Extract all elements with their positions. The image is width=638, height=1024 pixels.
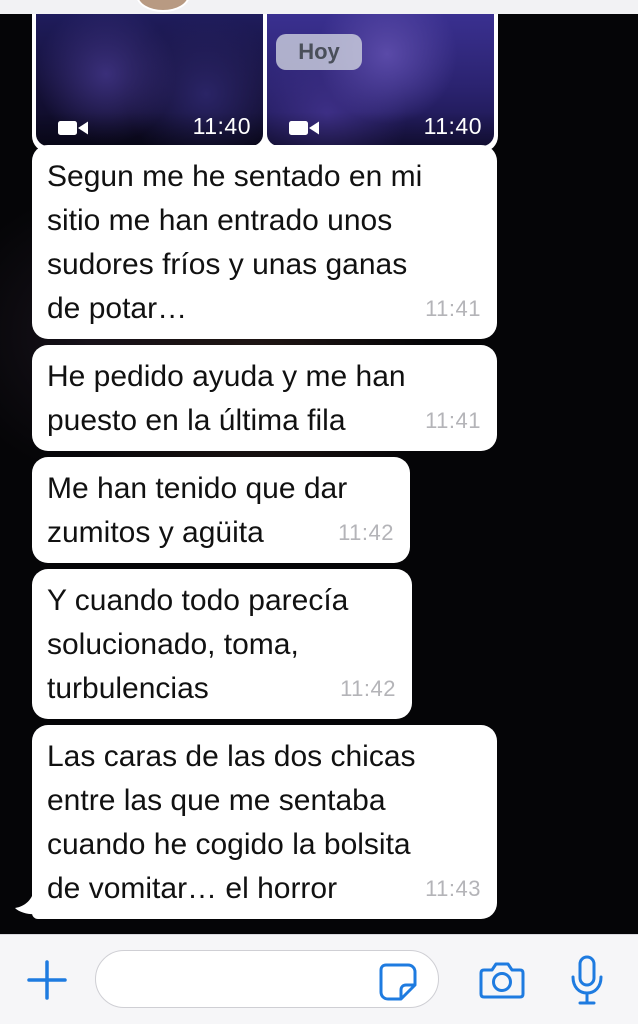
message-text: Segun me he sentado en mi sitio me han e…	[47, 160, 423, 325]
sticker-icon[interactable]	[378, 962, 418, 1002]
avatar[interactable]	[136, 0, 190, 12]
date-chip: Hoy	[276, 34, 362, 70]
message-bubble[interactable]: Las caras de las dos chicas entre las qu…	[32, 725, 497, 919]
message-timestamp: 11:41	[425, 296, 481, 321]
message-timestamp: 11:41	[425, 408, 481, 433]
message-input-bar	[0, 934, 638, 1024]
camera-icon[interactable]	[479, 960, 525, 1000]
plus-icon[interactable]	[25, 958, 69, 1002]
video-timestamp: 11:40	[423, 113, 482, 139]
message-bubble[interactable]: Y cuando todo parecía solucionado, toma,…	[32, 569, 412, 719]
video-camera-icon	[58, 121, 88, 135]
video-camera-icon	[289, 121, 319, 135]
video-thumbnail[interactable]: 11:40	[36, 14, 263, 146]
message-text: He pedido ayuda y me han puesto en la úl…	[47, 360, 406, 437]
message-timestamp: 11:42	[340, 676, 396, 701]
message-bubble[interactable]: Me han tenido que dar zumitos y agüita 1…	[32, 457, 410, 563]
message-timestamp: 11:43	[425, 876, 481, 901]
message-text: Las caras de las dos chicas entre las qu…	[47, 740, 416, 905]
message-timestamp: 11:42	[338, 520, 394, 545]
bubble-tail	[15, 888, 38, 915]
video-message-bubble: 11:40 11:40	[32, 14, 498, 152]
message-bubble[interactable]: Segun me he sentado en mi sitio me han e…	[32, 145, 497, 339]
message-bubble[interactable]: He pedido ayuda y me han puesto en la úl…	[32, 345, 497, 451]
video-timestamp: 11:40	[192, 113, 251, 139]
top-header-strip	[0, 0, 638, 14]
microphone-icon[interactable]	[568, 955, 606, 1007]
chat-area: 11:40 11:40 Hoy Segun me he sentado en m…	[0, 14, 638, 934]
